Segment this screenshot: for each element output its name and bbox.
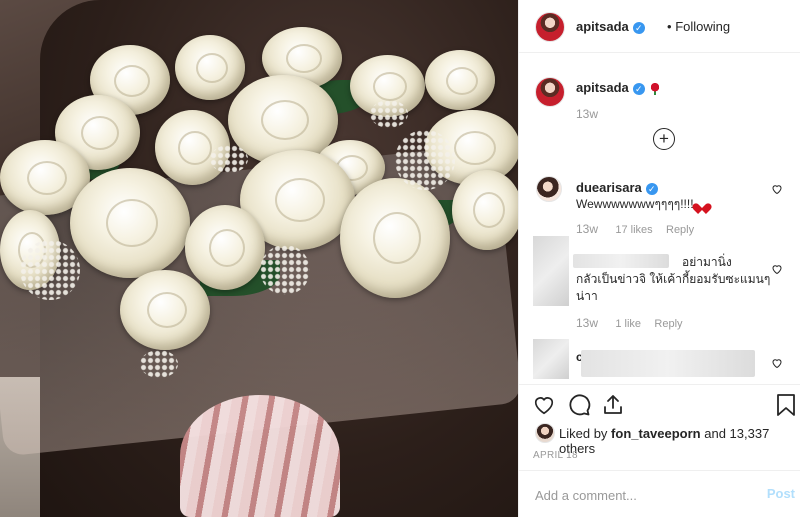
heart-icon[interactable] bbox=[532, 394, 556, 416]
heart-emoji-icon bbox=[696, 199, 708, 210]
babys-breath bbox=[210, 145, 248, 173]
heart-icon[interactable] bbox=[771, 263, 783, 275]
caption-username-row: apitsada ✓ bbox=[576, 80, 660, 95]
white-rose bbox=[452, 170, 518, 250]
liked-by-row: Liked by fon_taveeporn and 13,337 others bbox=[559, 426, 800, 456]
blurred-avatar bbox=[533, 339, 569, 379]
heart-icon[interactable] bbox=[771, 357, 783, 369]
author-avatar[interactable] bbox=[535, 12, 565, 42]
white-rose bbox=[175, 35, 245, 100]
reply-button[interactable]: Reply bbox=[654, 318, 682, 330]
comment-username-row: duearisara ✓ bbox=[576, 180, 658, 195]
follow-status: • Following bbox=[667, 19, 730, 34]
rose-emoji-icon bbox=[649, 82, 660, 95]
pink-ribbon bbox=[180, 395, 340, 517]
separator-dot: • bbox=[667, 19, 672, 34]
post-date[interactable]: APRIL 18 bbox=[533, 450, 578, 461]
plus-circle-icon[interactable]: + bbox=[653, 128, 675, 150]
comment-time[interactable]: 13w bbox=[576, 222, 598, 236]
babys-breath bbox=[140, 350, 178, 378]
post-header: apitsada ✓ • Following bbox=[519, 0, 800, 53]
bookmark-icon[interactable] bbox=[776, 393, 796, 417]
comment-meta: 13w 17 likes Reply bbox=[576, 222, 694, 236]
white-rose bbox=[120, 270, 210, 350]
comment-bubble-icon[interactable] bbox=[567, 393, 591, 417]
caption-avatar[interactable] bbox=[535, 77, 565, 107]
comment-text-line2: กลัวเป็นข่าวจิ ให้เค้ากี้ยอมรับซะแมนๆ bbox=[576, 272, 771, 286]
comment-avatar[interactable] bbox=[536, 176, 562, 202]
comment-text-line3: น่าา bbox=[576, 289, 598, 303]
comment-text-row: Wewwwwwwwๆๆๆๆ!!!! bbox=[576, 195, 708, 214]
post-photo[interactable] bbox=[0, 0, 518, 517]
comment-text: Wewwwwwwwๆๆๆๆ!!!! bbox=[576, 197, 694, 211]
author-username[interactable]: apitsada bbox=[576, 19, 629, 34]
post-button[interactable]: Post bbox=[767, 486, 795, 501]
white-rose bbox=[70, 168, 190, 278]
action-bar bbox=[519, 384, 800, 425]
comment-username[interactable]: duearisara bbox=[576, 180, 642, 195]
white-rose bbox=[340, 178, 450, 298]
following-button[interactable]: Following bbox=[675, 19, 730, 34]
liked-by-user[interactable]: fon_taveeporn bbox=[611, 426, 701, 441]
babys-breath bbox=[395, 130, 455, 190]
blurred-comment bbox=[581, 350, 755, 377]
reply-button[interactable]: Reply bbox=[666, 224, 694, 236]
add-comment-bar: Post bbox=[519, 470, 800, 518]
author-username-row: apitsada ✓ bbox=[576, 19, 645, 34]
white-rose bbox=[425, 50, 495, 110]
verified-badge-icon: ✓ bbox=[632, 21, 645, 34]
comment-meta: 13w 1 like Reply bbox=[576, 316, 683, 330]
liked-by-avatar[interactable] bbox=[535, 423, 555, 443]
caption-username[interactable]: apitsada bbox=[576, 80, 629, 95]
white-rose bbox=[185, 205, 265, 290]
comment-input[interactable] bbox=[533, 483, 757, 507]
share-icon[interactable] bbox=[601, 393, 625, 417]
blurred-avatar bbox=[533, 236, 569, 306]
comment-likes[interactable]: 1 like bbox=[615, 318, 641, 330]
babys-breath bbox=[260, 245, 310, 295]
caption-time[interactable]: 13w bbox=[576, 107, 598, 121]
comment-time[interactable]: 13w bbox=[576, 316, 598, 330]
post-side-panel: apitsada ✓ • Following apitsada ✓ 13w + du… bbox=[518, 0, 800, 517]
liked-by-prefix: Liked by bbox=[559, 426, 608, 441]
comment-likes[interactable]: 17 likes bbox=[615, 224, 652, 236]
heart-icon[interactable] bbox=[771, 183, 783, 195]
blurred-username bbox=[573, 254, 669, 268]
babys-breath bbox=[370, 100, 408, 128]
verified-badge-icon: ✓ bbox=[645, 182, 658, 195]
babys-breath bbox=[20, 240, 80, 300]
verified-badge-icon: ✓ bbox=[632, 82, 645, 95]
